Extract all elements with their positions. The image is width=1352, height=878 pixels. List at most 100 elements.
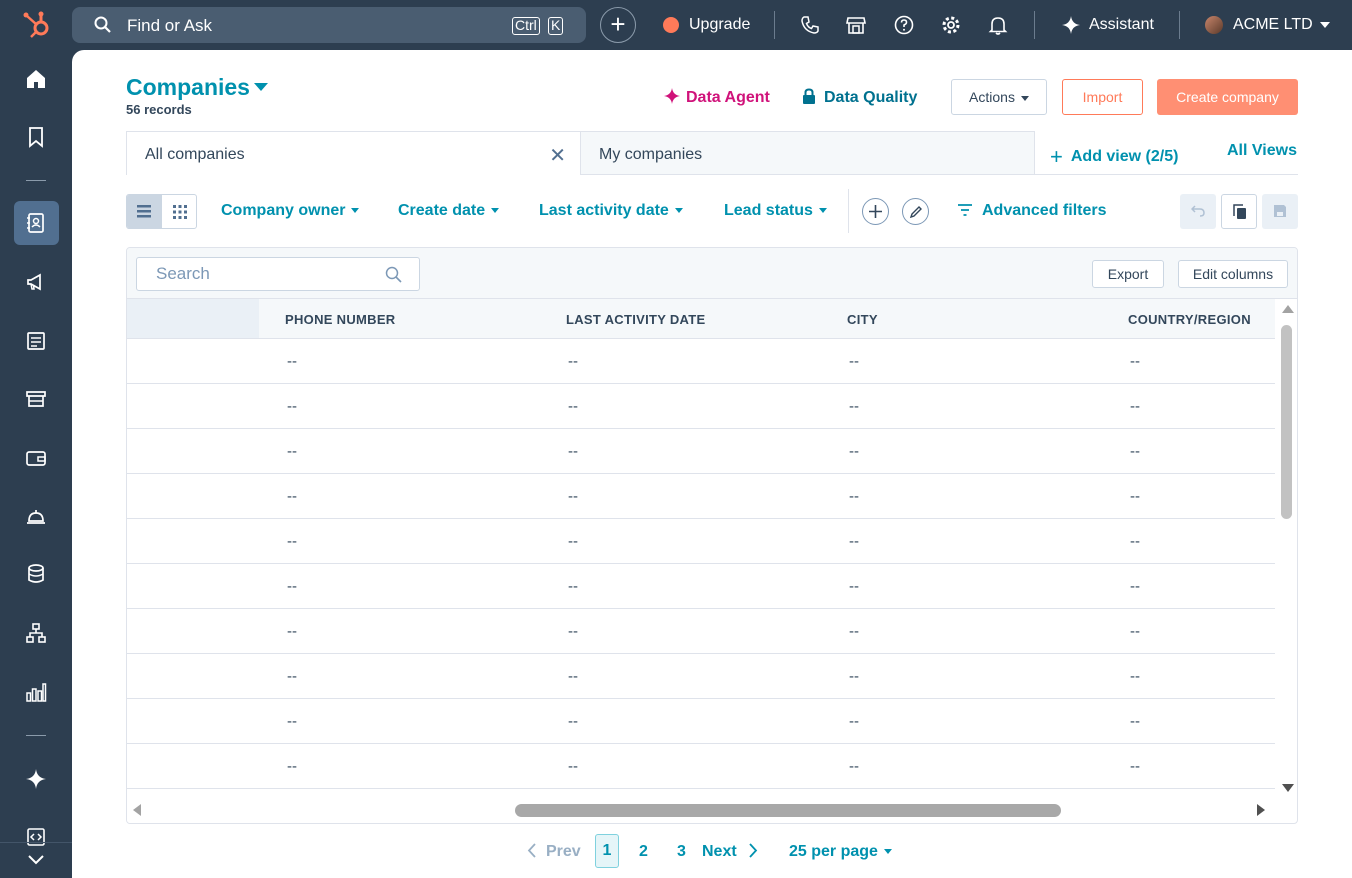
frozen-column-header[interactable]: [127, 299, 259, 338]
next-page-button[interactable]: Next: [702, 843, 758, 861]
page-button-1[interactable]: 1: [595, 834, 619, 868]
horizontal-scrollbar[interactable]: [127, 797, 1275, 823]
cell-last-activity: --: [568, 578, 578, 595]
cell-last-activity: --: [568, 398, 578, 415]
chevron-left-icon: [527, 843, 536, 858]
scroll-left-arrow-icon[interactable]: [133, 804, 141, 816]
table-search-input[interactable]: [138, 259, 378, 289]
next-label: Next: [702, 843, 737, 860]
search-icon[interactable]: [385, 266, 402, 283]
cell-city: --: [849, 758, 859, 775]
chevron-right-icon: [749, 843, 757, 858]
table-row[interactable]: 0 AM GMT+1--------: [127, 339, 1275, 384]
marketing-megaphone-icon[interactable]: [24, 270, 48, 294]
vertical-scrollbar[interactable]: [1277, 299, 1297, 797]
filter-lead-status[interactable]: Lead status: [724, 202, 827, 220]
actions-dropdown-button[interactable]: Actions: [951, 79, 1047, 115]
create-company-button[interactable]: Create company: [1157, 79, 1298, 115]
chevron-down-icon[interactable]: [254, 83, 268, 91]
reporting-chart-icon[interactable]: [24, 680, 48, 704]
column-header-last-activity-date[interactable]: LAST ACTIVITY DATE: [566, 312, 706, 327]
chevron-down-icon: [491, 208, 500, 214]
data-quality-button[interactable]: Data Quality: [802, 88, 917, 107]
table-row[interactable]: 0 PM GMT+1--------: [127, 654, 1275, 699]
table-row[interactable]: 7 AM GMT+1--------: [127, 474, 1275, 519]
chevron-down-icon: [351, 208, 360, 214]
table-row[interactable]: 0 AM GMT+1--------: [127, 429, 1275, 474]
page-title[interactable]: Companies: [126, 74, 250, 101]
data-agent-button[interactable]: Data Agent: [664, 88, 770, 107]
lock-icon: [803, 88, 815, 104]
filter-last-activity-date[interactable]: Last activity date: [539, 202, 683, 220]
hubspot-logo-icon[interactable]: [22, 10, 52, 40]
data-database-icon[interactable]: [24, 562, 48, 586]
prev-page-button[interactable]: Prev: [527, 843, 581, 861]
view-tab-all-companies[interactable]: All companies ✕: [126, 131, 581, 175]
contacts-icon[interactable]: [24, 211, 48, 235]
commerce-store-icon[interactable]: [24, 387, 48, 411]
sidebar-expand-toggle[interactable]: [0, 842, 72, 878]
wallet-icon[interactable]: [24, 446, 48, 470]
table-row[interactable]: 4 PM GMT+1--------: [127, 384, 1275, 429]
vertical-scroll-thumb[interactable]: [1281, 325, 1292, 519]
board-view-button[interactable]: [162, 195, 196, 228]
table-row[interactable]: PM GMT+1--------: [127, 744, 1275, 789]
cell-phone: --: [287, 758, 297, 775]
chevron-down-icon: [1020, 95, 1029, 101]
cell-country: --: [1130, 668, 1140, 685]
undo-button[interactable]: [1180, 194, 1216, 229]
all-views-link[interactable]: All Views: [1227, 142, 1297, 160]
table-view-button[interactable]: [127, 195, 162, 228]
bookmark-icon[interactable]: [24, 125, 48, 149]
filter-company-owner[interactable]: Company owner: [221, 202, 360, 220]
data-quality-label: Data Quality: [824, 89, 918, 106]
quick-create-button[interactable]: +: [600, 7, 636, 43]
column-header-country-region[interactable]: COUNTRY/REGION: [1128, 312, 1251, 327]
add-view-button[interactable]: + Add view (2/5): [1050, 144, 1178, 170]
table-row[interactable]: 3 AM GMT+1--------: [127, 564, 1275, 609]
cell-last-activity: --: [568, 488, 578, 505]
automation-workflow-icon[interactable]: [24, 621, 48, 645]
horizontal-scroll-thumb[interactable]: [515, 804, 1061, 817]
home-icon[interactable]: [24, 67, 48, 91]
cell-city: --: [849, 668, 859, 685]
edit-columns-button[interactable]: Edit columns: [1178, 260, 1288, 288]
content-icon[interactable]: [24, 329, 48, 353]
page-button-3[interactable]: 3: [677, 843, 686, 861]
cell-last-activity: --: [568, 623, 578, 640]
close-icon[interactable]: ✕: [549, 143, 566, 168]
duplicate-view-button[interactable]: [1221, 194, 1257, 229]
phone-icon[interactable]: [799, 14, 821, 36]
filter-create-date[interactable]: Create date: [398, 202, 500, 220]
import-button[interactable]: Import: [1062, 79, 1143, 115]
column-header-city[interactable]: CITY: [847, 312, 878, 327]
scroll-down-arrow-icon[interactable]: [1282, 784, 1294, 792]
breeze-sparkle-icon[interactable]: [24, 767, 48, 791]
table-row[interactable]: 3 PM GMT+1--------: [127, 699, 1275, 744]
scroll-up-arrow-icon[interactable]: [1282, 305, 1294, 313]
global-search-bar[interactable]: Find or Ask Ctrl K: [72, 7, 586, 43]
account-name: ACME LTD: [1233, 16, 1313, 33]
cell-city: --: [849, 488, 859, 505]
service-bell-icon[interactable]: [24, 504, 48, 528]
avatar: [1205, 16, 1223, 34]
marketplace-icon[interactable]: [845, 14, 867, 36]
column-header-phone-number[interactable]: PHONE NUMBER: [285, 312, 396, 327]
table-row[interactable]: PM GMT+1--------: [127, 609, 1275, 654]
page-button-2[interactable]: 2: [639, 843, 648, 861]
chevron-down-icon: [818, 208, 827, 214]
table-row[interactable]: 5 AM GMT+1--------: [127, 519, 1275, 564]
view-tab-my-companies[interactable]: My companies: [580, 131, 1035, 175]
advanced-filters-button[interactable]: Advanced filters: [958, 202, 1106, 220]
notifications-bell-icon[interactable]: [987, 14, 1009, 36]
prev-label: Prev: [546, 843, 581, 860]
scroll-right-arrow-icon[interactable]: [1257, 804, 1265, 816]
help-icon[interactable]: [893, 14, 915, 36]
export-button[interactable]: Export: [1092, 260, 1164, 288]
settings-gear-icon[interactable]: [940, 14, 962, 36]
search-icon: [94, 16, 111, 33]
edit-filters-button[interactable]: [902, 198, 929, 225]
add-filter-button[interactable]: [862, 198, 889, 225]
save-view-button[interactable]: [1262, 194, 1298, 229]
per-page-dropdown[interactable]: 25 per page: [789, 843, 892, 861]
